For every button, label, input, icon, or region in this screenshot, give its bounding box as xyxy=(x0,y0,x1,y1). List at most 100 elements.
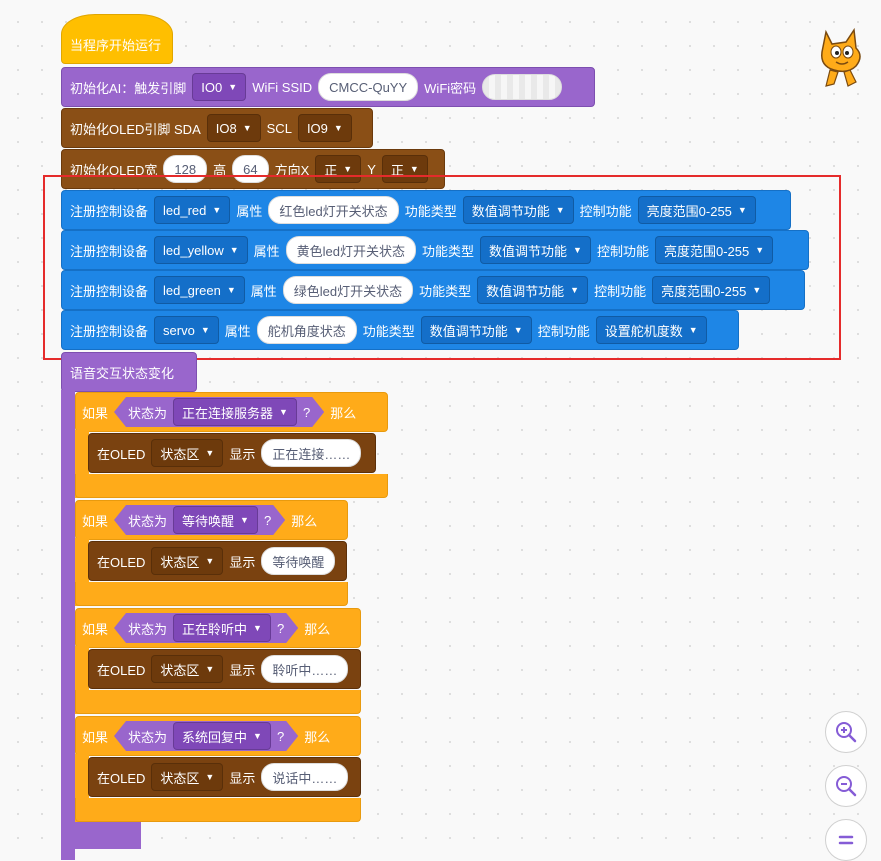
trigger-pin-dropdown[interactable]: IO0 ▼ xyxy=(192,73,247,101)
display-text-input[interactable]: 等待唤醒 xyxy=(261,547,336,575)
oled-label: 在OLED xyxy=(97,554,146,570)
if-block[interactable]: 如果 状态为 正在聆听中 ▼? 那么 xyxy=(75,608,361,648)
state-dropdown[interactable]: 正在聆听中 ▼ xyxy=(173,614,271,642)
state-dropdown[interactable]: 正在连接服务器 ▼ xyxy=(173,398,297,426)
voice-state-change-block[interactable]: 语音交互状态变化 xyxy=(61,352,197,392)
state-condition[interactable]: 状态为 正在连接服务器 ▼? xyxy=(114,397,324,427)
chevron-down-icon: ▼ xyxy=(279,407,288,417)
scl-pin-dropdown[interactable]: IO9 ▼ xyxy=(297,114,352,142)
dirx-dropdown[interactable]: 正 ▼ xyxy=(315,155,362,183)
chevron-down-icon: ▼ xyxy=(570,285,580,295)
area-value: 状态区 xyxy=(160,554,200,570)
sda-pin-dropdown[interactable]: IO8 ▼ xyxy=(206,114,261,142)
scl-label: SCL xyxy=(266,120,292,136)
scl-pin-value: IO9 xyxy=(306,120,328,136)
show-label: 显示 xyxy=(229,446,256,462)
type-value: 数值调节功能 xyxy=(429,323,508,339)
ssid-input[interactable]: CMCC-QuYY xyxy=(318,73,419,101)
when-program-starts-block[interactable]: 当程序开始运行 xyxy=(61,14,173,64)
password-input[interactable] xyxy=(482,74,563,100)
zoom-out-button[interactable] xyxy=(825,765,867,807)
init-oled-pins-block[interactable]: 初始化OLED引脚 SDA IO8 ▼ SCL IO9 ▼ xyxy=(61,108,373,148)
if-bottom xyxy=(75,690,361,714)
if-block[interactable]: 如果 状态为 等待唤醒 ▼? 那么 xyxy=(75,500,348,540)
zoom-in-button[interactable] xyxy=(825,711,867,753)
ctrl-label: 控制功能 xyxy=(596,243,649,259)
device-dropdown[interactable]: led_yellow ▼ xyxy=(154,236,248,264)
ctrl-dropdown[interactable]: 亮度范围0-255 ▼ xyxy=(654,236,774,264)
init-ai-block[interactable]: 初始化AI：触发引脚 IO0 ▼ WiFi SSID CMCC-QuYY WiFi… xyxy=(61,67,595,107)
question-mark: ? xyxy=(302,404,311,420)
oled-display-block[interactable]: 在OLED 状态区 ▼ 显示 说话中…… xyxy=(88,757,361,797)
attr-input[interactable]: 绿色led灯开关状态 xyxy=(282,276,414,304)
area-dropdown[interactable]: 状态区 ▼ xyxy=(151,547,224,575)
show-label: 显示 xyxy=(229,662,256,678)
init-oled-size-block[interactable]: 初始化OLED宽 128 高 64 方向X 正 ▼ Y 正 ▼ xyxy=(61,149,445,189)
register-label: 注册控制设备 xyxy=(70,283,149,299)
oled-display-block[interactable]: 在OLED 状态区 ▼ 显示 聆听中…… xyxy=(88,649,361,689)
type-dropdown[interactable]: 数值调节功能 ▼ xyxy=(480,236,591,264)
display-text-input[interactable]: 聆听中…… xyxy=(261,655,349,683)
hat-label: 当程序开始运行 xyxy=(70,38,162,53)
type-dropdown[interactable]: 数值调节功能 ▼ xyxy=(477,276,589,304)
state-value: 正在聆听中 xyxy=(182,621,248,637)
device-value: led_green xyxy=(163,282,221,298)
device-dropdown[interactable]: led_green ▼ xyxy=(154,276,245,304)
ctrl-value: 亮度范围0-255 xyxy=(646,203,732,219)
if-block[interactable]: 如果 状态为 系统回复中 ▼? 那么 xyxy=(75,716,361,756)
zoom-reset-icon xyxy=(838,835,854,845)
oled-width-input[interactable]: 128 xyxy=(163,155,208,183)
state-dropdown[interactable]: 等待唤醒 ▼ xyxy=(173,506,258,534)
state-condition[interactable]: 状态为 系统回复中 ▼? xyxy=(114,721,298,751)
diry-dropdown[interactable]: 正 ▼ xyxy=(381,155,428,183)
oled-width-label: 初始化OLED宽 xyxy=(70,162,158,178)
attr-input[interactable]: 舵机角度状态 xyxy=(256,316,357,344)
area-dropdown[interactable]: 状态区 ▼ xyxy=(151,439,224,467)
device-dropdown[interactable]: led_red ▼ xyxy=(154,196,231,224)
ctrl-label: 控制功能 xyxy=(579,203,632,219)
display-text-input[interactable]: 说话中…… xyxy=(261,763,349,791)
state-condition[interactable]: 状态为 等待唤醒 ▼? xyxy=(114,505,285,535)
state-condition[interactable]: 状态为 正在聆听中 ▼? xyxy=(114,613,298,643)
dirx-value: 正 xyxy=(324,162,338,178)
oled-height-label: 高 xyxy=(213,162,227,178)
diry-value: 正 xyxy=(390,162,404,178)
oled-display-block[interactable]: 在OLED 状态区 ▼ 显示 等待唤醒 xyxy=(88,541,347,581)
chevron-down-icon: ▼ xyxy=(253,731,262,741)
register-device-block[interactable]: 注册控制设备 led_green ▼ 属性 绿色led灯开关状态 功能类型 数值调… xyxy=(61,270,805,310)
oled-label: 在OLED xyxy=(97,662,146,678)
show-label: 显示 xyxy=(229,554,256,570)
oled-display-block[interactable]: 在OLED 状态区 ▼ 显示 正在连接…… xyxy=(88,433,376,473)
ctrl-dropdown[interactable]: 亮度范围0-255 ▼ xyxy=(652,276,771,304)
type-value: 数值调节功能 xyxy=(486,283,565,299)
area-value: 状态区 xyxy=(160,770,200,786)
chevron-down-icon: ▼ xyxy=(755,245,765,255)
type-dropdown[interactable]: 数值调节功能 ▼ xyxy=(420,316,532,344)
chevron-down-icon: ▼ xyxy=(409,164,419,174)
register-device-block[interactable]: 注册控制设备 led_yellow ▼ 属性 黄色led灯开关状态 功能类型 数值… xyxy=(61,230,809,270)
state-dropdown[interactable]: 系统回复中 ▼ xyxy=(173,722,271,750)
then-label: 那么 xyxy=(304,621,331,637)
attr-input[interactable]: 黄色led灯开关状态 xyxy=(285,236,417,264)
attr-input[interactable]: 红色led灯开关状态 xyxy=(268,196,399,224)
type-dropdown[interactable]: 数值调节功能 ▼ xyxy=(462,196,574,224)
attr-label: 属性 xyxy=(250,283,277,299)
type-label: 功能类型 xyxy=(362,323,415,339)
ctrl-dropdown[interactable]: 设置舵机度数 ▼ xyxy=(595,316,707,344)
register-device-block[interactable]: 注册控制设备 led_red ▼ 属性 红色led灯开关状态 功能类型 数值调节功… xyxy=(61,190,791,230)
ctrl-value: 亮度范围0-255 xyxy=(661,283,747,299)
area-value: 状态区 xyxy=(160,446,200,462)
if-block[interactable]: 如果 状态为 正在连接服务器 ▼? 那么 xyxy=(75,392,388,432)
state-value: 等待唤醒 xyxy=(182,513,235,529)
chevron-down-icon: ▼ xyxy=(253,623,262,633)
zoom-reset-button[interactable] xyxy=(825,819,867,861)
ctrl-dropdown[interactable]: 亮度范围0-255 ▼ xyxy=(637,196,756,224)
zoom-in-icon xyxy=(836,722,857,743)
area-dropdown[interactable]: 状态区 ▼ xyxy=(151,763,224,791)
display-text-input[interactable]: 正在连接…… xyxy=(261,439,362,467)
oled-height-input[interactable]: 64 xyxy=(232,155,269,183)
chevron-down-icon: ▼ xyxy=(205,448,215,458)
area-dropdown[interactable]: 状态区 ▼ xyxy=(151,655,224,683)
device-dropdown[interactable]: servo ▼ xyxy=(154,316,219,344)
register-device-block[interactable]: 注册控制设备 servo ▼ 属性 舵机角度状态 功能类型 数值调节功能 ▼ 控制功… xyxy=(61,310,739,350)
